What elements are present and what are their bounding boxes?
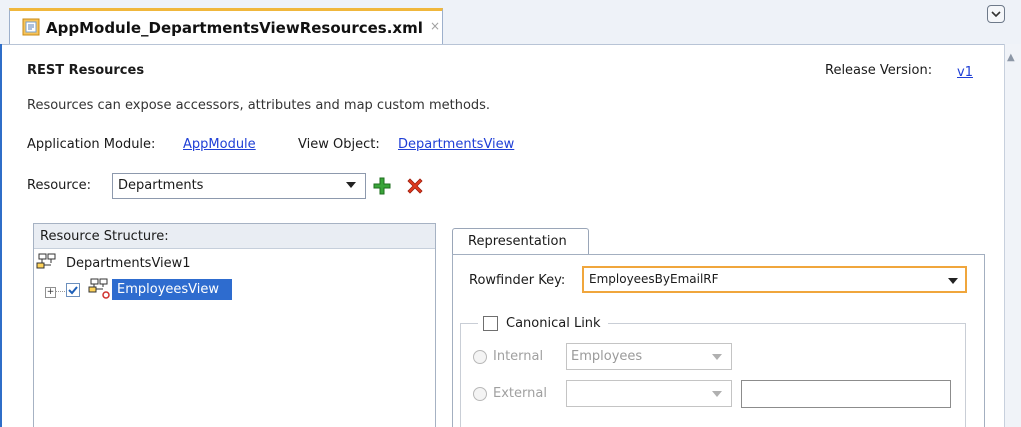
tree-item-child-label: EmployeesView [117,282,220,297]
tree-item-root[interactable]: DepartmentsView1 [66,256,191,271]
canonical-link-group [460,323,966,427]
external-url-field[interactable] [741,380,951,408]
description-text: Resources can expose accessors, attribut… [27,98,491,113]
editor-left-border [0,44,2,427]
external-select[interactable] [566,380,732,407]
view-object-link-icon [88,278,110,299]
application-module-link[interactable]: AppModule [183,137,256,152]
chevron-down-icon[interactable] [346,182,356,188]
canonical-link-label: Canonical Link [506,316,601,331]
external-radio-label: External [493,386,547,401]
rowfinder-key-label: Rowfinder Key: [469,273,566,288]
release-version-link[interactable]: v1 [957,65,973,80]
internal-select-value: Employees [571,349,643,364]
add-icon[interactable] [372,176,392,196]
delete-icon[interactable] [405,176,425,196]
scroll-up-icon[interactable]: ▲ [1007,52,1015,63]
resource-select-value: Departments [118,178,204,193]
internal-radio[interactable] [473,350,487,364]
application-module-label: Application Module: [27,137,156,152]
internal-radio-label: Internal [493,349,544,364]
tab-representation-label: Representation [468,234,567,249]
chevron-down-icon[interactable] [948,278,958,284]
tree-connector [55,291,65,292]
resource-structure-panel [33,223,436,427]
chevron-down-icon[interactable] [712,391,722,397]
resource-label: Resource: [27,178,91,193]
xml-file-icon [22,18,40,36]
rowfinder-key-value: EmployeesByEmailRF [589,272,719,286]
canonical-link-checkbox[interactable] [483,316,498,331]
vertical-scrollbar[interactable] [1004,44,1021,427]
view-object-icon [36,253,56,269]
view-object-link[interactable]: DepartmentsView [398,137,514,152]
chevron-down-icon[interactable] [712,354,722,360]
editor-tab-title: AppModule_DepartmentsViewResources.xml [46,19,423,37]
chevron-down-icon[interactable] [987,5,1005,23]
resource-structure-title: Resource Structure: [40,229,169,244]
tree-expand-toggle[interactable]: + [45,287,56,298]
external-radio[interactable] [473,387,487,401]
close-icon[interactable]: × [430,19,440,33]
view-object-label: View Object: [298,137,380,152]
editor-tab[interactable]: AppModule_DepartmentsViewResources.xml × [9,8,443,44]
page-title: REST Resources [27,63,145,78]
release-version-label: Release Version: [825,63,933,78]
tree-item-checkbox[interactable] [66,283,80,297]
